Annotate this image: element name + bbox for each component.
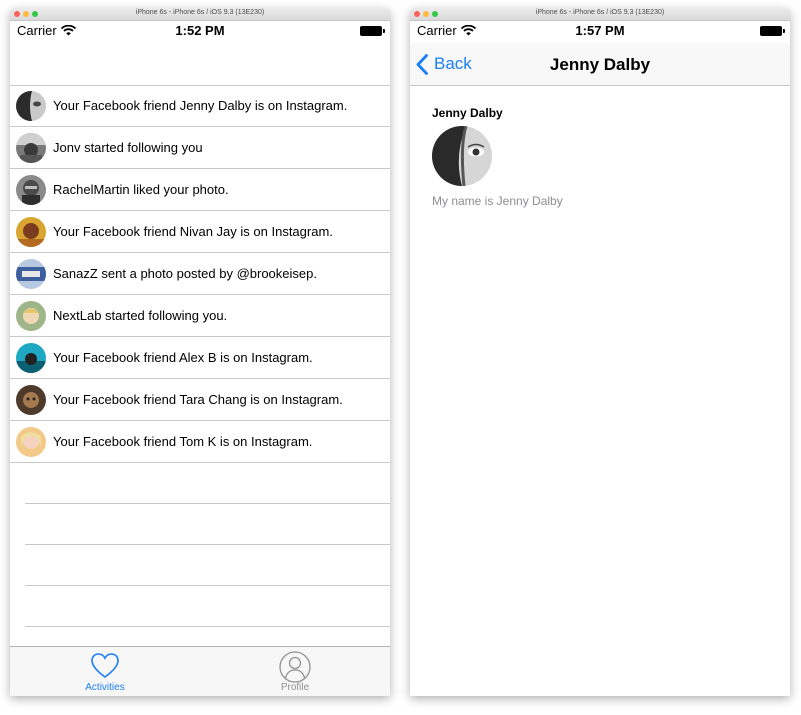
battery-icon <box>360 26 385 36</box>
avatar <box>16 90 46 121</box>
feed-row[interactable]: SanazZ sent a photo posted by @brookeise… <box>10 253 390 295</box>
profile-bio: My name is Jenny Dalby <box>432 194 563 208</box>
empty-row <box>25 504 390 545</box>
simulator-title-bar: iPhone 6s - iPhone 6s / iOS 9.3 (13E230) <box>410 8 790 21</box>
avatar <box>16 132 46 163</box>
battery-icon <box>760 26 785 36</box>
navigation-bar <box>10 43 390 86</box>
status-bar: Carrier 1:57 PM <box>410 21 790 43</box>
feed-row[interactable]: RachelMartin liked your photo. <box>10 169 390 211</box>
feed-row[interactable]: Jonv started following you <box>10 127 390 169</box>
empty-row <box>25 463 390 504</box>
feed-row-text: SanazZ sent a photo posted by @brookeise… <box>53 266 317 281</box>
profile-name: Jenny Dalby <box>432 106 503 120</box>
simulator-title: iPhone 6s - iPhone 6s / iOS 9.3 (13E230) <box>535 9 665 16</box>
empty-row <box>25 586 390 627</box>
profile-photo <box>432 126 492 186</box>
avatar <box>16 258 46 289</box>
tab-bar: Activities Profile <box>10 646 390 696</box>
avatar <box>16 174 46 205</box>
tab-profile[interactable]: Profile <box>200 647 390 696</box>
feed-row-text: NextLab started following you. <box>53 308 228 323</box>
feed-row[interactable]: Your Facebook friend Jenny Dalby is on I… <box>10 85 390 127</box>
profile-simulator-window: iPhone 6s - iPhone 6s / iOS 9.3 (13E230)… <box>410 8 790 696</box>
feed-row-text: Your Facebook friend Alex B is on Instag… <box>53 350 313 365</box>
avatar <box>16 342 46 373</box>
feed-row-text: RachelMartin liked your photo. <box>53 182 229 197</box>
page-title: Jenny Dalby <box>549 55 651 74</box>
feed-row-text: Jonv started following you <box>53 140 203 155</box>
status-time: 1:52 PM <box>175 23 225 38</box>
avatar <box>16 426 46 457</box>
feed-row[interactable]: Your Facebook friend Alex B is on Instag… <box>10 337 390 379</box>
feed-row-text: Your Facebook friend Jenny Dalby is on I… <box>53 98 348 113</box>
status-time: 1:57 PM <box>575 23 625 38</box>
feed-row-text: Your Facebook friend Tara Chang is on In… <box>53 392 343 407</box>
avatar <box>16 384 46 415</box>
status-bar: Carrier 1:52 PM <box>10 21 390 43</box>
activity-feed-list[interactable]: Your Facebook friend Jenny Dalby is on I… <box>10 85 390 627</box>
simulator-title-bar: iPhone 6s - iPhone 6s / iOS 9.3 (13E230) <box>10 8 390 21</box>
feed-row-text: Your Facebook friend Tom K is on Instagr… <box>53 434 313 449</box>
feed-row-text: Your Facebook friend Nivan Jay is on Ins… <box>53 224 333 239</box>
heart-icon <box>91 653 119 678</box>
feed-row[interactable]: Your Facebook friend Nivan Jay is on Ins… <box>10 211 390 253</box>
person-circle-icon <box>279 651 311 683</box>
simulator-title: iPhone 6s - iPhone 6s / iOS 9.3 (13E230) <box>135 9 265 16</box>
tab-activities[interactable]: Activities <box>10 647 200 696</box>
tab-profile-label: Profile <box>280 682 310 693</box>
activities-simulator-window: iPhone 6s - iPhone 6s / iOS 9.3 (13E230)… <box>10 8 390 696</box>
empty-row <box>25 545 390 586</box>
navigation-bar: Back Jenny Dalby <box>410 43 790 86</box>
avatar <box>16 300 46 331</box>
feed-row[interactable]: NextLab started following you. <box>10 295 390 337</box>
feed-row[interactable]: Your Facebook friend Tom K is on Instagr… <box>10 421 390 463</box>
feed-row[interactable]: Your Facebook friend Tara Chang is on In… <box>10 379 390 421</box>
avatar <box>16 216 46 247</box>
tab-activities-label: Activities <box>85 682 125 693</box>
